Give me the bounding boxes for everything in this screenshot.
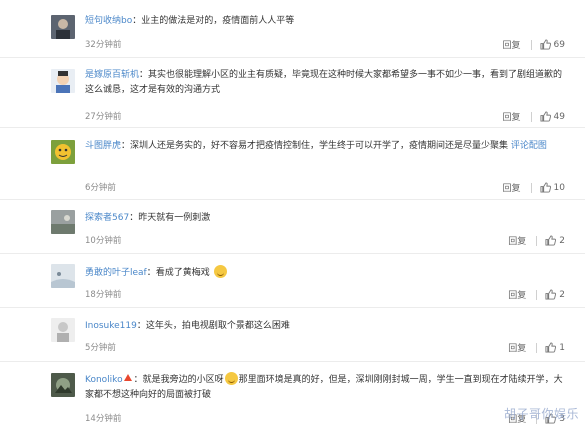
vip-badge-icon (123, 374, 132, 381)
comment-actions: 回复 10 (503, 181, 565, 194)
laughing-emoji-icon (213, 265, 227, 278)
laughing-emoji-icon (224, 372, 238, 385)
reply-button[interactable]: 回复 (503, 181, 521, 194)
comment-actions: 回复 49 (503, 110, 565, 123)
reply-button[interactable]: 回复 (503, 38, 521, 51)
comment-text: 深圳人还是务实的，好不容易才把疫情控制住，学生终于可以开学了，疫情期间还是尽量少… (130, 141, 509, 151)
comment-item: 斗图胖虎：深圳人还是务实的，好不容易才把疫情控制住，学生终于可以开学了，疫情期间… (0, 128, 585, 200)
username[interactable]: 探索者567 (85, 213, 129, 223)
like-count: 69 (553, 39, 565, 50)
thumbs-up-icon (540, 39, 551, 50)
reply-button[interactable]: 回复 (508, 341, 526, 354)
timestamp: 27分钟前 (85, 112, 122, 122)
comment-item: 探索者567：昨天就有一例刺激 10分钟前 回复 2 (0, 200, 585, 254)
comment-image-link[interactable]: 评论配图 (511, 141, 547, 151)
avatar[interactable] (51, 318, 75, 342)
like-count: 2 (559, 235, 565, 246)
timestamp: 10分钟前 (85, 236, 122, 246)
divider (530, 39, 532, 50)
divider (536, 342, 538, 353)
comment-item: 勇敢的叶子leaf：看成了黄梅戏 18分钟前 回复 2 (0, 254, 585, 308)
reply-button[interactable]: 回复 (503, 110, 521, 123)
comment-text: 看成了黄梅戏 (155, 268, 210, 278)
comment-text: 就是我旁边的小区呀 (142, 375, 224, 385)
username[interactable]: 斗图胖虎 (85, 141, 121, 151)
thumbs-up-icon (545, 289, 557, 300)
comment-text: 昨天就有一例刺激 (138, 213, 211, 223)
comment-text: 这年头，拍电视剧取个景都这么困难 (145, 321, 290, 331)
comment-actions: 回复 69 (503, 38, 565, 51)
timestamp: 14分钟前 (85, 414, 122, 424)
reply-button[interactable]: 回复 (508, 234, 526, 247)
comment-item: 短句收纳bo：业主的做法是对的，疫情面前人人平等 32分钟前 回复 69 (0, 0, 585, 58)
like-button[interactable]: 1 (545, 342, 565, 353)
comment-actions: 回复 2 (508, 288, 565, 301)
comment-item: Inosuke119：这年头，拍电视剧取个景都这么困难 5分钟前 回复 1 (0, 308, 585, 362)
thumbs-up-icon (545, 342, 557, 353)
username[interactable]: 勇敢的叶子leaf (85, 268, 147, 278)
thumbs-up-icon (545, 235, 557, 246)
username[interactable]: 是嫁原百斩机 (85, 70, 139, 80)
username[interactable]: 短句收纳bo (85, 16, 132, 26)
like-button[interactable]: 2 (545, 235, 565, 246)
divider (530, 182, 532, 193)
divider (530, 111, 532, 122)
comment-actions: 回复 1 (508, 341, 565, 354)
username[interactable]: Konoliko (85, 375, 123, 385)
username[interactable]: Inosuke119 (85, 321, 137, 331)
reply-button[interactable]: 回复 (508, 288, 526, 301)
avatar[interactable] (51, 210, 75, 234)
comment-text: 其实也很能理解小区的业主有质疑，毕竟现在这种时候大家都希望多一事不如少一事，看到… (85, 70, 563, 95)
divider (536, 235, 538, 246)
watermark: 胡子哥你娱乐 (503, 407, 579, 421)
timestamp: 6分钟前 (85, 183, 116, 193)
timestamp: 18分钟前 (85, 290, 122, 300)
avatar[interactable] (51, 373, 75, 397)
timestamp: 32分钟前 (85, 40, 122, 50)
like-count: 1 (559, 342, 565, 353)
thumbs-up-icon (540, 182, 551, 193)
avatar[interactable] (51, 15, 75, 39)
comment-actions: 回复 2 (508, 234, 565, 247)
like-button[interactable]: 49 (540, 111, 565, 122)
like-button[interactable]: 2 (545, 289, 565, 300)
like-count: 49 (553, 111, 565, 122)
thumbs-up-icon (540, 111, 551, 122)
avatar[interactable] (51, 264, 75, 288)
comment-item: Konoliko ：就是我旁边的小区呀 那里面环境是真的好，但是，深圳刚刚封城一周，… (0, 362, 585, 428)
like-button[interactable]: 10 (540, 182, 565, 193)
divider (536, 289, 538, 300)
timestamp: 5分钟前 (85, 343, 116, 353)
comment-item: 是嫁原百斩机：其实也很能理解小区的业主有质疑，毕竟现在这种时候大家都希望多一事不… (0, 58, 585, 128)
like-count: 2 (559, 289, 565, 300)
like-count: 10 (553, 182, 565, 193)
avatar[interactable] (51, 140, 75, 164)
comment-text: 业主的做法是对的，疫情面前人人平等 (141, 16, 295, 26)
avatar[interactable] (51, 69, 75, 93)
like-button[interactable]: 69 (540, 39, 565, 50)
